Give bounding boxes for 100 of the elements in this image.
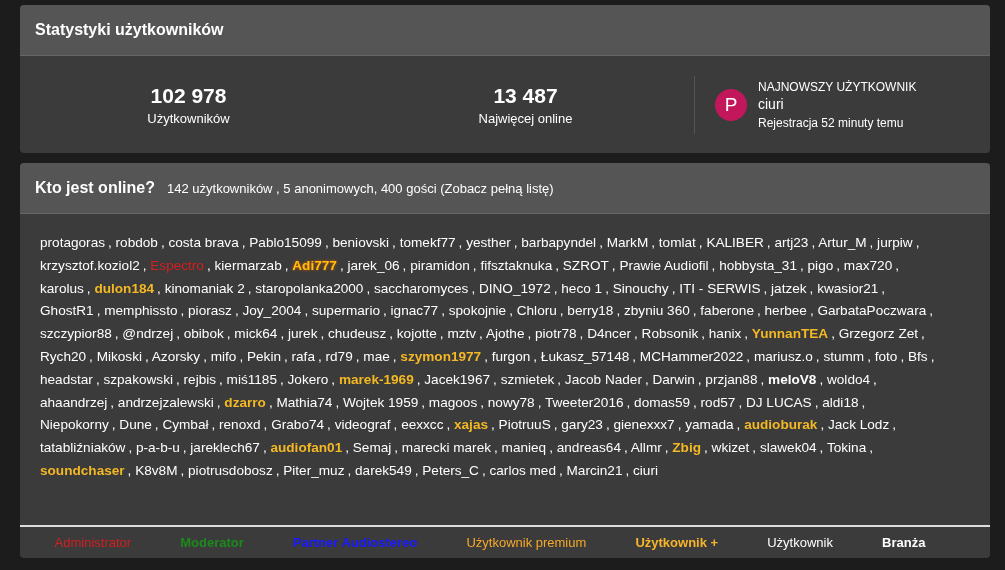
username-link[interactable]: hobbysta_31 <box>719 257 797 273</box>
username-link[interactable]: tatabliźniaków <box>40 440 126 456</box>
username-link[interactable]: jurpiw <box>877 235 913 250</box>
username-link[interactable]: Semaj <box>352 440 392 456</box>
username-link[interactable]: domas59 <box>634 394 691 410</box>
username-link[interactable]: supermario <box>312 303 380 319</box>
username-link[interactable]: aldi18 <box>822 394 859 410</box>
username-link[interactable]: piramidon <box>410 257 470 273</box>
username-link[interactable]: Pablo15099 <box>249 235 322 250</box>
username-link[interactable]: fifsztaknuka <box>480 257 553 273</box>
username-link[interactable]: Wojtek 1959 <box>342 394 419 410</box>
username-link[interactable]: headstar <box>40 371 93 387</box>
username-link[interactable]: Tweeter2016 <box>544 394 624 410</box>
username-link[interactable]: mae <box>363 349 390 364</box>
username-link[interactable]: stumm <box>823 349 865 364</box>
username-link[interactable]: ciuri <box>633 462 658 478</box>
username-link[interactable]: yesther <box>466 235 511 250</box>
username-link[interactable]: Robsonik <box>641 326 699 342</box>
username-link[interactable]: obibok <box>183 326 224 342</box>
username-link[interactable]: p-a-b-u <box>135 440 180 456</box>
username-link[interactable]: manieq <box>501 440 547 456</box>
username-link[interactable]: beniovski <box>332 235 390 250</box>
username-link[interactable]: andreas64 <box>556 440 621 456</box>
username-link[interactable]: robdob <box>115 235 158 250</box>
username-link[interactable]: ITI - SERWIS <box>679 280 761 296</box>
username-link[interactable]: dzarro <box>224 394 266 410</box>
username-link[interactable]: D4ncer <box>587 326 631 342</box>
username-link[interactable]: mifo <box>210 349 237 364</box>
username-link[interactable]: heco 1 <box>561 280 603 296</box>
username-link[interactable]: Adi777 <box>292 257 337 273</box>
username-link[interactable]: magoos <box>428 394 478 410</box>
username-link[interactable]: faberone <box>700 303 754 319</box>
username-link[interactable]: rafa <box>291 349 315 364</box>
username-link[interactable]: szmietek <box>500 371 555 387</box>
username-link[interactable]: PiotruuS <box>498 417 551 433</box>
username-link[interactable]: wkizet <box>711 440 750 456</box>
username-link[interactable]: Azorsky <box>151 349 201 364</box>
username-link[interactable]: MarkM <box>606 235 649 250</box>
username-link[interactable]: furgon <box>491 349 531 364</box>
username-link[interactable]: szymon1977 <box>400 349 482 364</box>
username-link[interactable]: meloV8 <box>768 371 817 387</box>
username-link[interactable]: karolus <box>40 280 84 296</box>
username-link[interactable]: protagoras <box>40 235 105 250</box>
username-link[interactable]: Pekin <box>246 349 281 364</box>
username-link[interactable]: szczypior88 <box>40 326 112 342</box>
username-link[interactable]: Marcin21 <box>566 462 623 478</box>
username-link[interactable]: tomekf77 <box>399 235 456 250</box>
username-link[interactable]: videograf <box>334 417 391 433</box>
username-link[interactable]: Rych20 <box>40 349 87 364</box>
username-link[interactable]: andrzejzalewski <box>117 394 214 410</box>
username-link[interactable]: Artur_M <box>818 235 867 250</box>
username-link[interactable]: Grabo74 <box>271 417 325 433</box>
username-link[interactable]: kinomaniak 2 <box>164 280 245 296</box>
username-link[interactable]: Jacek1967 <box>424 371 491 387</box>
username-link[interactable]: piotrusdobosz <box>188 462 273 478</box>
username-link[interactable]: nowy78 <box>487 394 535 410</box>
username-link[interactable]: piotr78 <box>535 326 577 342</box>
username-link[interactable]: jarek_06 <box>347 257 400 273</box>
username-link[interactable]: GhostR1 <box>40 303 94 319</box>
username-link[interactable]: jurek <box>288 326 318 342</box>
username-link[interactable]: carlos med <box>489 462 556 478</box>
username-link[interactable]: jareklech67 <box>190 440 260 456</box>
username-link[interactable]: barbapyndel <box>521 235 597 250</box>
username-link[interactable]: herbee <box>764 303 807 319</box>
username-link[interactable]: memphissto <box>104 303 178 319</box>
username-link[interactable]: Dune <box>119 417 152 433</box>
username-link[interactable]: krzysztof.koziol2 <box>40 257 140 273</box>
username-link[interactable]: Łukasz_57148 <box>540 349 630 364</box>
username-link[interactable]: audioburak <box>744 417 818 433</box>
username-link[interactable]: Prawie Audiofil <box>619 257 709 273</box>
username-link[interactable]: szpakowski <box>103 371 173 387</box>
username-link[interactable]: ciuri <box>758 95 917 112</box>
username-link[interactable]: Jokero <box>287 371 329 387</box>
username-link[interactable]: soundchaser <box>40 462 125 478</box>
username-link[interactable]: Mathia74 <box>276 394 333 410</box>
username-link[interactable]: foto <box>874 349 898 364</box>
username-link[interactable]: Darwin <box>652 371 695 387</box>
username-link[interactable]: berry18 <box>567 303 614 319</box>
username-link[interactable]: mariusz.o <box>753 349 813 364</box>
username-link[interactable]: marek-1969 <box>338 371 414 387</box>
username-link[interactable]: zbyniu 360 <box>624 303 690 319</box>
username-link[interactable]: darek549 <box>355 462 412 478</box>
username-link[interactable]: rejbis <box>183 371 217 387</box>
username-link[interactable]: K8v8M <box>135 462 178 478</box>
username-link[interactable]: mick64 <box>234 326 278 342</box>
username-link[interactable]: audiofan01 <box>270 440 343 456</box>
username-link[interactable]: Jack Lodz <box>828 417 890 433</box>
username-link[interactable]: Grzegorz Zet <box>838 326 919 342</box>
username-link[interactable]: mztv <box>447 326 477 342</box>
username-link[interactable]: Zbig <box>672 440 701 456</box>
username-link[interactable]: renoxd <box>219 417 261 433</box>
username-link[interactable]: yamada <box>685 417 734 433</box>
username-link[interactable]: Bfs <box>908 349 928 364</box>
username-link[interactable]: Jacob Nader <box>564 371 642 387</box>
username-link[interactable]: Tokina <box>826 440 867 456</box>
username-link[interactable]: Mikoski <box>96 349 142 364</box>
username-link[interactable]: max720 <box>843 257 893 273</box>
username-link[interactable]: artj23 <box>774 235 809 250</box>
username-link[interactable]: costa brava <box>168 235 239 250</box>
username-link[interactable]: slawek04 <box>759 440 817 456</box>
